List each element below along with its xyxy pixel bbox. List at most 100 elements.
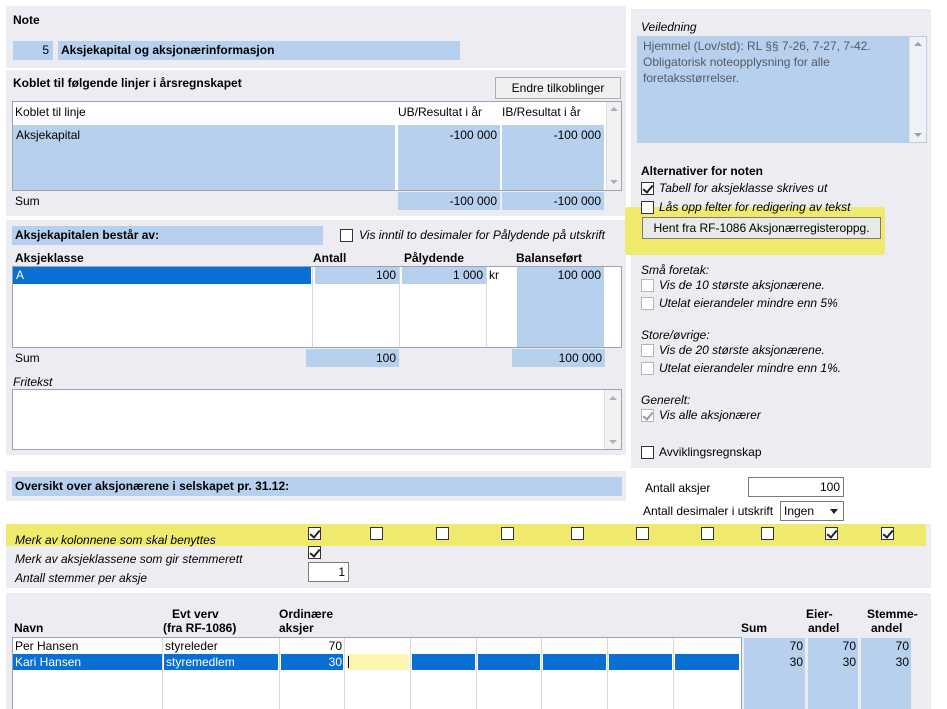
column-checkbox-7[interactable] (701, 527, 714, 540)
scroll-down-icon[interactable] (914, 133, 922, 137)
linked-row-line[interactable]: Aksjekapital (13, 125, 395, 190)
col-header-ub: UB/Resultat i år (398, 105, 483, 119)
col-header-line: Koblet til linje (15, 105, 86, 119)
share-class-row-par[interactable]: 1 000 (402, 267, 486, 284)
fetch-rf1086-button[interactable]: Hent fra RF-1086 Aksjonærregisteroppg. (642, 217, 881, 239)
shareholder-cell[interactable] (675, 654, 739, 670)
free-text-area[interactable] (12, 389, 622, 450)
col-header-class: Aksjeklasse (15, 251, 84, 265)
scroll-up-icon[interactable] (610, 107, 618, 111)
shareholder-cell[interactable] (412, 654, 475, 670)
col-divider (344, 638, 345, 709)
col-header-ownership-1: Eier- (806, 607, 833, 621)
large-top20-checkbox[interactable] (641, 344, 654, 357)
col-header-ordinary-2: aksjer (279, 621, 314, 635)
col-header-balance: Balanseført (516, 251, 583, 265)
decimals-checkbox[interactable] (340, 229, 353, 242)
shareholder-role[interactable]: styremedlem (164, 654, 278, 670)
scroll-up-icon[interactable] (609, 396, 617, 400)
col-header-ownership-2: andel (808, 621, 840, 635)
share-class-row-count[interactable]: 100 (315, 267, 399, 284)
active-cell[interactable] (346, 654, 409, 670)
options-title: Alternativer for noten (641, 164, 764, 178)
scroll-down-icon[interactable] (610, 180, 618, 184)
col-divider (312, 267, 313, 347)
share-class-row-class[interactable]: A (13, 267, 311, 284)
col-header-par: Pålydende (404, 251, 465, 265)
linked-row-ib[interactable]: -100 000 (502, 125, 604, 190)
shareholder-votes: 70 (895, 639, 909, 653)
guidance-text: Hjemmel (Lov/std): RL §§ 7-26, 7-27, 7-4… (637, 36, 927, 143)
decimals-checkbox-label: Vis inntil to desimaler for Pålydende på… (359, 228, 605, 242)
linked-title: Koblet til følgende linjer i årsregnskap… (13, 76, 242, 90)
col-divider (607, 638, 608, 709)
note-number-field[interactable]: 5 (13, 41, 53, 60)
scroll-up-icon[interactable] (914, 42, 922, 46)
guidance-scrollbar[interactable] (909, 37, 926, 142)
scroll-down-icon[interactable] (609, 440, 617, 444)
col-header-votes-2: andel (871, 621, 903, 635)
column-checkbox-4[interactable] (501, 527, 514, 540)
shares-count-label: Antall aksjer (645, 481, 711, 495)
overview-title: Oversikt over aksjonærene i selskapet pr… (12, 477, 622, 496)
col-divider (162, 638, 163, 709)
col-header-ordinary-1: Ordinære (279, 607, 334, 621)
shareholder-name[interactable]: Per Hansen (15, 639, 78, 653)
column-checkbox-3[interactable] (436, 527, 449, 540)
large-companies-title: Store/øvrige: (641, 328, 710, 342)
voting-class-checkbox[interactable] (308, 546, 321, 559)
votes-per-share-label: Antall stemmer per aksje (15, 571, 148, 585)
shareholder-cell[interactable] (478, 654, 540, 670)
large-exclude-label: Utelat eierandeler mindre enn 1%. (659, 361, 842, 375)
large-exclude-checkbox[interactable] (641, 362, 654, 375)
linked-scrollbar[interactable] (606, 102, 621, 190)
column-checkbox-5[interactable] (571, 527, 584, 540)
shareholder-cell[interactable] (543, 654, 606, 670)
column-checkbox-8[interactable] (761, 527, 774, 540)
note-title: Note (13, 13, 40, 27)
col-divider (673, 638, 674, 709)
votes-per-share-field[interactable]: 1 (308, 562, 349, 582)
shareholder-ordinary[interactable]: 30 (281, 654, 343, 670)
shareholder-name[interactable]: Kari Hansen (13, 654, 162, 670)
table-per-class-label: Tabell for aksjeklasse skrives ut (659, 181, 828, 195)
share-sum-label: Sum (15, 351, 40, 365)
share-class-row-currency: kr (489, 268, 499, 282)
shareholder-ordinary[interactable]: 70 (280, 639, 342, 653)
linked-sum-label: Sum (15, 194, 40, 208)
mark-classes-label: Merk av aksjeklassene som gir stemmerett (15, 552, 243, 566)
small-top10-checkbox[interactable] (641, 279, 654, 292)
column-checkbox-9[interactable] (825, 527, 838, 540)
show-all-label: Vis alle aksjonærer (659, 408, 761, 422)
unlock-fields-checkbox[interactable] (641, 201, 654, 214)
col-divider (399, 267, 400, 347)
col-header-ib: IB/Resultat i år (502, 105, 581, 119)
table-per-class-checkbox[interactable] (641, 182, 654, 195)
column-checkbox-2[interactable] (370, 527, 383, 540)
shareholders-table (12, 637, 742, 709)
column-checkbox-10[interactable] (881, 527, 894, 540)
share-class-row-balance[interactable]: 100 000 (517, 267, 604, 347)
decimals-print-label: Antall desimaler i utskrift (643, 504, 774, 518)
small-exclude-checkbox[interactable] (641, 297, 654, 310)
change-links-button[interactable]: Endre tilkoblinger (495, 77, 621, 99)
shareholder-cell[interactable] (609, 654, 672, 670)
linked-sum-ib: -100 000 (502, 192, 604, 210)
column-checkbox-6[interactable] (636, 527, 649, 540)
liquidation-label: Avviklingsregnskap (659, 445, 762, 459)
linked-row-ub[interactable]: -100 000 (398, 125, 500, 190)
shares-count-field[interactable]: 100 (748, 477, 844, 497)
text-cursor (348, 656, 349, 668)
column-checkbox-1[interactable] (308, 527, 321, 540)
small-exclude-label: Utelat eierandeler mindre enn 5% (659, 296, 838, 310)
note-name-field[interactable]: Aksjekapital og aksjonærinformasjon (58, 41, 460, 60)
shareholder-sum: 30 (789, 655, 803, 669)
shareholder-ownership: 30 (842, 655, 856, 669)
chevron-down-icon[interactable] (830, 509, 838, 514)
shareholder-ownership: 70 (842, 639, 856, 653)
shareholder-role[interactable]: styreleder (165, 639, 218, 653)
liquidation-checkbox[interactable] (641, 446, 654, 459)
show-all-checkbox[interactable] (641, 409, 654, 422)
col-header-sum: Sum (741, 621, 768, 635)
col-divider (476, 638, 477, 709)
